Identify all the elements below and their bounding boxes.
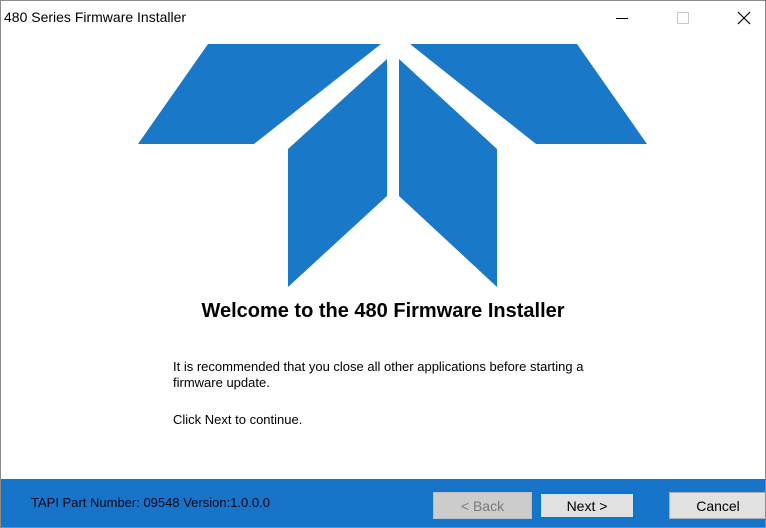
continue-instruction: Click Next to continue. xyxy=(173,412,303,427)
recommendation-text: It is recommended that you close all oth… xyxy=(173,359,584,390)
teledyne-logo-icon xyxy=(138,44,647,287)
close-icon xyxy=(737,11,751,25)
maximize-button[interactable] xyxy=(660,1,706,35)
close-button[interactable] xyxy=(721,1,765,35)
welcome-heading: Welcome to the 480 Firmware Installer xyxy=(201,300,565,322)
footer-bar: TAPI Part Number: 09548 Version:1.0.0.0 … xyxy=(1,479,765,527)
next-button[interactable]: Next > xyxy=(539,492,635,519)
installer-window: 480 Series Firmware Installer Welcome to… xyxy=(0,0,766,528)
title-bar[interactable]: 480 Series Firmware Installer xyxy=(1,1,765,35)
back-button[interactable]: < Back xyxy=(433,492,532,519)
cancel-button[interactable]: Cancel xyxy=(669,492,765,519)
minimize-icon xyxy=(616,18,628,19)
part-number-version: TAPI Part Number: 09548 Version:1.0.0.0 xyxy=(31,495,270,510)
maximize-icon xyxy=(677,12,689,24)
minimize-button[interactable] xyxy=(599,1,645,35)
window-title: 480 Series Firmware Installer xyxy=(4,9,187,25)
